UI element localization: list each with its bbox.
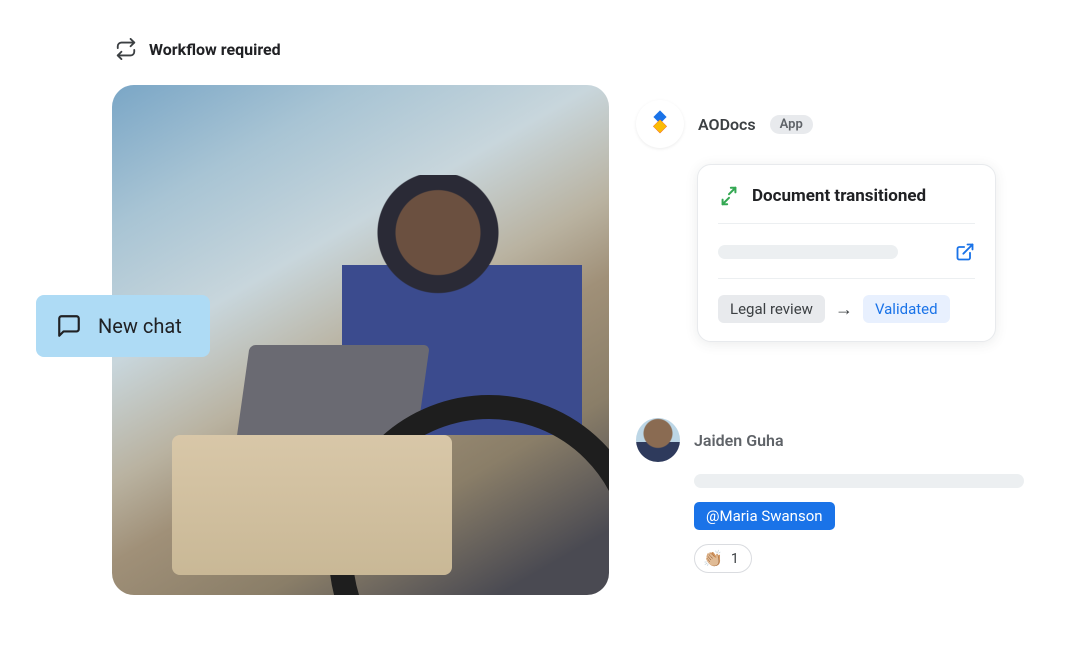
arrow-right-icon: → — [835, 299, 853, 320]
workflow-label: Workflow required — [149, 40, 281, 59]
document-transitioned-card: Document transitioned Legal review → Val… — [697, 164, 996, 342]
doc-title-row: Document transitioned — [718, 185, 975, 224]
aodocs-name: AODocs — [698, 115, 756, 134]
new-chat-button[interactable]: New chat — [36, 295, 210, 357]
transition-icon — [718, 185, 740, 207]
message-username[interactable]: Jaiden Guha — [694, 431, 784, 450]
reaction-pill[interactable]: 👏🏼 1 — [694, 544, 752, 573]
photo-laptop-shape — [234, 345, 429, 455]
repeat-icon — [115, 38, 137, 60]
skeleton-placeholder — [718, 245, 898, 259]
app-badge: App — [770, 115, 813, 134]
status-from-chip: Legal review — [718, 295, 825, 323]
message-skeleton — [694, 474, 1024, 488]
message-body: @Maria Swanson 👏🏼 1 — [694, 474, 1036, 573]
avatar[interactable] — [636, 418, 680, 462]
mention-chip[interactable]: @Maria Swanson — [694, 502, 835, 530]
message-header: Jaiden Guha — [636, 418, 1036, 462]
clap-emoji-icon: 👏🏼 — [703, 549, 723, 568]
doc-mid-row — [718, 224, 975, 279]
aodocs-app-row: AODocs App — [636, 100, 813, 148]
status-row: Legal review → Validated — [718, 279, 975, 323]
reaction-count: 1 — [731, 551, 739, 567]
status-to-chip: Validated — [863, 295, 950, 323]
aodocs-logo — [636, 100, 684, 148]
workflow-header: Workflow required — [115, 38, 281, 60]
chat-icon — [56, 313, 82, 339]
new-chat-label: New chat — [98, 314, 182, 338]
message-block: Jaiden Guha @Maria Swanson 👏🏼 1 — [636, 418, 1036, 573]
doc-card-title: Document transitioned — [752, 186, 926, 206]
open-in-new-icon[interactable] — [955, 242, 975, 262]
